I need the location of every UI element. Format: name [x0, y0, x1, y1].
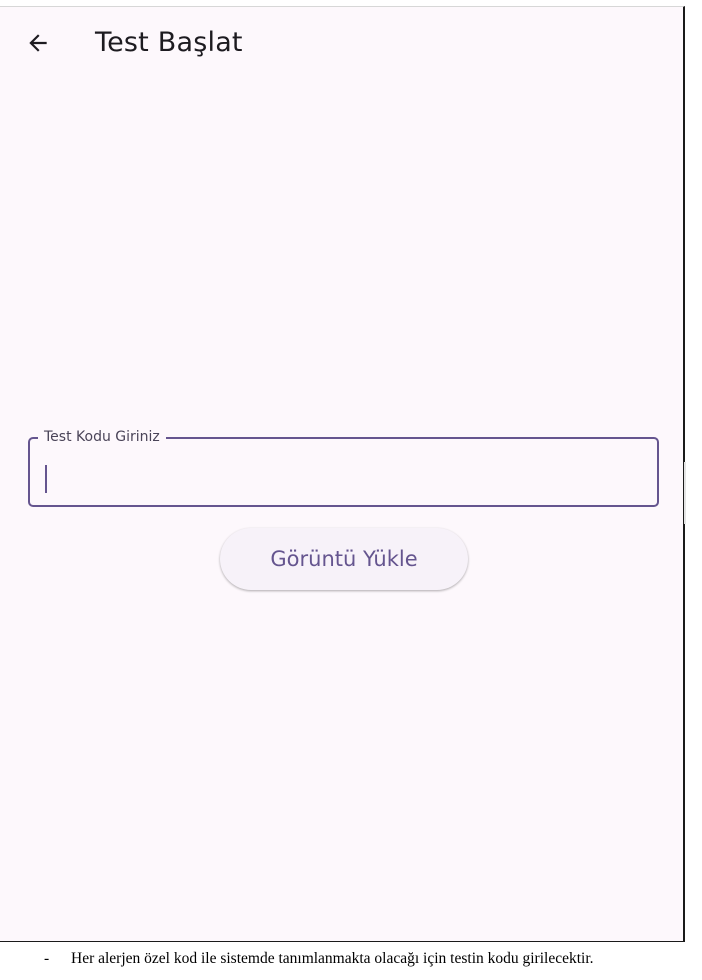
side-divider: [684, 462, 686, 524]
app-bar: Test Başlat: [0, 7, 683, 79]
test-code-field-outline: [28, 437, 659, 507]
document-page: Test Başlat Test Kodu Giriniz Görüntü Yü…: [0, 0, 702, 980]
page-title: Test Başlat: [95, 27, 243, 58]
caption-bullet: -: [44, 950, 50, 967]
test-code-label: Test Kodu Giriniz: [38, 429, 166, 445]
test-code-input[interactable]: [44, 461, 644, 501]
test-code-field[interactable]: Test Kodu Giriniz: [28, 429, 659, 507]
back-button[interactable]: [22, 27, 54, 59]
arrow-left-icon: [29, 34, 47, 52]
caption-text: Her alerjen özel kod ile sistemde tanıml…: [71, 950, 594, 967]
app-screen: Test Başlat Test Kodu Giriniz Görüntü Yü…: [0, 6, 685, 942]
document-caption: - Her alerjen özel kod ile sistemde tanı…: [0, 950, 702, 974]
upload-image-button[interactable]: Görüntü Yükle: [220, 528, 468, 590]
